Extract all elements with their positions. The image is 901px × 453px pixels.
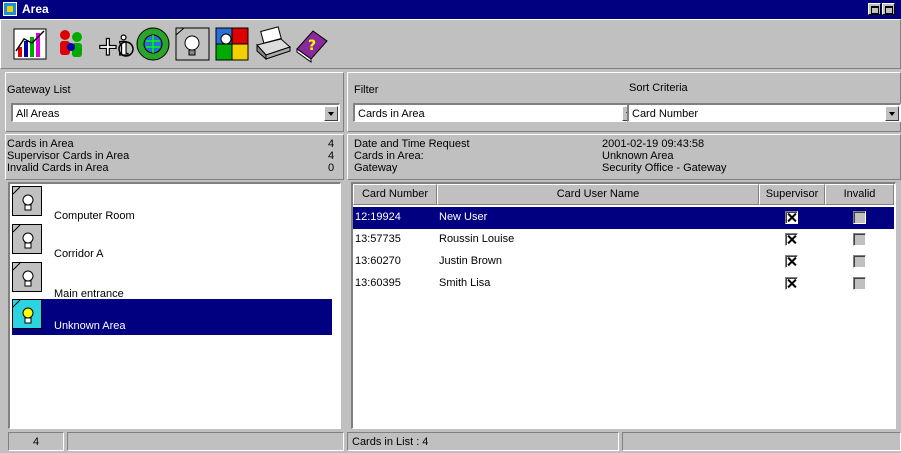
area-item-label: Corridor A bbox=[54, 248, 104, 260]
supervisor-checkbox[interactable] bbox=[785, 233, 798, 246]
info-label: Cards in Area: bbox=[354, 150, 424, 162]
refresh-globe-icon[interactable] bbox=[134, 25, 172, 63]
chevron-down-icon[interactable] bbox=[324, 106, 338, 121]
info-label: Gateway bbox=[354, 162, 398, 174]
lightbulb-icon bbox=[12, 224, 42, 254]
maximize-button[interactable] bbox=[882, 3, 895, 15]
supervisor-checkbox[interactable] bbox=[785, 255, 798, 268]
toolbar: +i ? bbox=[0, 19, 901, 69]
status-panel bbox=[67, 432, 344, 451]
column-header-card-user-name[interactable]: Card User Name bbox=[437, 184, 759, 205]
request-info: Date and Time Request 2001-02-19 09:43:5… bbox=[347, 134, 901, 180]
filter-label: Filter bbox=[354, 84, 379, 96]
summary-label: Cards in Area bbox=[7, 138, 74, 150]
area-count: 4 bbox=[8, 432, 64, 451]
summary-label: Invalid Cards in Area bbox=[7, 162, 109, 174]
area-item-computer-room[interactable]: Computer Room bbox=[12, 186, 332, 226]
card-number-cell: 13:57735 bbox=[355, 233, 401, 245]
area-light-icon[interactable] bbox=[174, 25, 212, 63]
supervisor-checkbox[interactable] bbox=[785, 211, 798, 224]
card-user-name-cell: Roussin Louise bbox=[439, 233, 515, 245]
add-info-icon[interactable]: +i bbox=[96, 25, 134, 63]
card-grid[interactable]: Card Number Card User Name Supervisor In… bbox=[351, 182, 896, 429]
sort-criteria-value: Card Number bbox=[632, 108, 699, 120]
area-item-label: Unknown Area bbox=[54, 320, 126, 332]
card-number-cell: 13:60395 bbox=[355, 277, 401, 289]
summary-value: 4 bbox=[328, 150, 335, 162]
invalid-checkbox[interactable] bbox=[853, 255, 866, 268]
table-row[interactable]: 12:19924 New User bbox=[353, 207, 894, 229]
window-title: Area bbox=[22, 2, 49, 16]
help-book-icon[interactable]: ? bbox=[293, 25, 331, 63]
invalid-checkbox[interactable] bbox=[853, 277, 866, 290]
lightbulb-icon bbox=[12, 262, 42, 292]
area-item-label: Computer Room bbox=[54, 210, 135, 222]
table-row[interactable]: 13:57735 Roussin Louise bbox=[353, 229, 894, 251]
card-user-name-cell: Smith Lisa bbox=[439, 277, 491, 289]
table-row[interactable]: 13:60395 Smith Lisa bbox=[353, 273, 894, 295]
info-value: Unknown Area bbox=[602, 150, 674, 162]
card-number-cell: 13:60270 bbox=[355, 255, 401, 267]
summary-label: Supervisor Cards in Area bbox=[7, 150, 130, 162]
lightbulb-icon bbox=[12, 186, 42, 216]
sort-criteria-dropdown[interactable]: Card Number bbox=[627, 103, 901, 122]
lightbulb-icon bbox=[12, 299, 42, 329]
info-value: Security Office - Gateway bbox=[602, 162, 727, 174]
gateway-list-value: All Areas bbox=[16, 108, 60, 120]
gateway-list-dropdown[interactable]: All Areas bbox=[11, 103, 340, 122]
filter-value: Cards in Area bbox=[358, 108, 425, 120]
svg-text:+i: +i bbox=[97, 32, 129, 62]
svg-text:?: ? bbox=[308, 38, 316, 54]
card-user-name-cell: Justin Brown bbox=[439, 255, 502, 267]
invalid-checkbox[interactable] bbox=[853, 233, 866, 246]
gateway-pane: Gateway List All Areas bbox=[5, 72, 344, 132]
chart-icon[interactable] bbox=[12, 25, 50, 63]
area-summary: Cards in Area 4 Supervisor Cards in Area… bbox=[5, 134, 344, 180]
supervisor-checkbox[interactable] bbox=[785, 277, 798, 290]
left-status-bar: 4 bbox=[5, 432, 344, 451]
right-status-bar: Cards in List : 4 bbox=[347, 432, 901, 451]
info-value: 2001-02-19 09:43:58 bbox=[602, 138, 705, 150]
info-label: Date and Time Request bbox=[354, 138, 470, 150]
sort-criteria-label: Sort Criteria bbox=[629, 82, 688, 94]
restore-button[interactable] bbox=[868, 3, 881, 15]
gateway-list-label: Gateway List bbox=[7, 84, 71, 96]
column-header-invalid[interactable]: Invalid bbox=[825, 184, 894, 205]
table-row[interactable]: 13:60270 Justin Brown bbox=[353, 251, 894, 273]
cards-in-list-status: Cards in List : 4 bbox=[347, 432, 619, 451]
title-bar[interactable]: Area bbox=[0, 0, 901, 19]
column-header-supervisor[interactable]: Supervisor bbox=[759, 184, 825, 205]
printer-icon[interactable] bbox=[254, 25, 292, 63]
column-header-card-number[interactable]: Card Number bbox=[353, 184, 437, 205]
card-number-cell: 12:19924 bbox=[355, 211, 401, 223]
area-item-main-entrance[interactable]: Main entrance bbox=[12, 262, 332, 302]
area-list[interactable]: Computer Room Corridor A Main entrance U… bbox=[8, 182, 341, 429]
map-icon[interactable] bbox=[214, 25, 252, 63]
invalid-checkbox[interactable] bbox=[853, 211, 866, 224]
filter-dropdown[interactable]: Cards in Area bbox=[353, 103, 638, 122]
summary-value: 0 bbox=[328, 162, 335, 174]
area-item-corridor-a[interactable]: Corridor A bbox=[12, 224, 332, 264]
summary-value: 4 bbox=[328, 138, 335, 150]
card-user-name-cell: New User bbox=[439, 211, 488, 223]
filter-pane: Filter Sort Criteria Cards in Area Card … bbox=[347, 72, 901, 132]
status-panel bbox=[622, 432, 901, 451]
area-item-unknown-area[interactable]: Unknown Area bbox=[12, 299, 332, 335]
people-icon[interactable] bbox=[53, 25, 91, 63]
app-icon bbox=[3, 2, 17, 16]
chevron-down-icon[interactable] bbox=[885, 106, 899, 121]
